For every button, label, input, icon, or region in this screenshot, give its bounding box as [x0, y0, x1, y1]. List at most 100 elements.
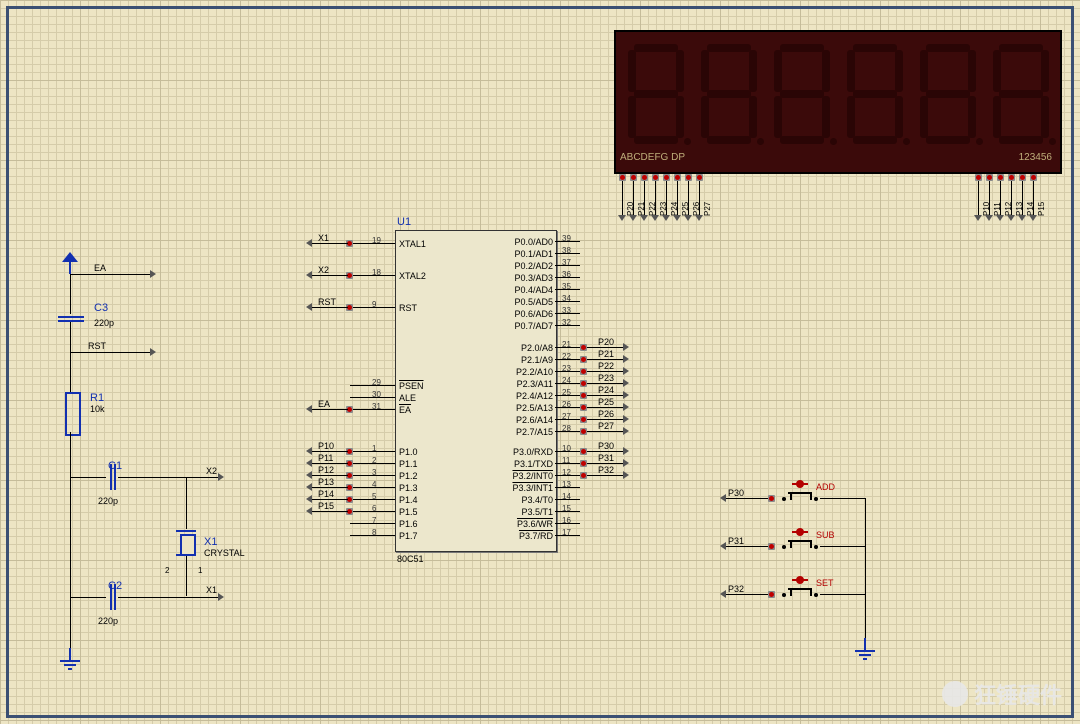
probe-pin[interactable]: [696, 174, 703, 181]
wire: [655, 181, 656, 215]
wire: [587, 475, 623, 476]
ic-pin-label: P3.7/RD: [519, 531, 553, 541]
net-arrow-icon: [623, 355, 629, 363]
wire: [555, 499, 580, 500]
seven-seg-display[interactable]: ABCDEFG DP 123456: [614, 30, 1062, 174]
wire: [312, 499, 348, 500]
seven-seg-digit: [770, 42, 836, 146]
wire: [555, 487, 580, 488]
wire: [1000, 181, 1001, 215]
probe-pin[interactable]: [975, 174, 982, 181]
wire: [350, 499, 395, 500]
c2-val: 220p: [98, 616, 118, 626]
net-arrow-icon: [629, 215, 637, 221]
net-label: X2: [316, 265, 331, 275]
pin-num: 1: [198, 566, 202, 575]
probe-pin[interactable]: [580, 368, 587, 375]
probe-pin[interactable]: [619, 174, 626, 181]
probe-pin[interactable]: [652, 174, 659, 181]
probe-pin[interactable]: [580, 448, 587, 455]
resistor-r1[interactable]: [65, 392, 81, 436]
net-label: P24: [596, 385, 616, 395]
probe-pin[interactable]: [580, 428, 587, 435]
wire: [118, 597, 218, 598]
probe-pin[interactable]: [685, 174, 692, 181]
probe-pin[interactable]: [768, 591, 775, 598]
net-label: RST: [316, 297, 338, 307]
wire: [312, 275, 348, 276]
probe-pin[interactable]: [630, 174, 637, 181]
wire: [587, 383, 623, 384]
wire: [555, 313, 580, 314]
probe-pin[interactable]: [580, 404, 587, 411]
probe-pin[interactable]: [1030, 174, 1037, 181]
probe-pin[interactable]: [580, 416, 587, 423]
wire: [587, 451, 623, 452]
push-button[interactable]: [780, 588, 820, 602]
wire: [587, 371, 623, 372]
watermark-text: 狂锤硬件: [974, 678, 1062, 710]
wire: [587, 419, 623, 420]
probe-pin[interactable]: [663, 174, 670, 181]
wire: [555, 451, 580, 452]
net-label: P14: [316, 489, 336, 499]
seven-seg-digit: [843, 42, 909, 146]
net-arrow-icon: [996, 215, 1004, 221]
capacitor-c3[interactable]: [58, 312, 84, 326]
net-arrow-icon: [218, 593, 224, 601]
button-label: SET: [814, 578, 836, 588]
wire: [644, 181, 645, 215]
net-arrow-icon: [623, 415, 629, 423]
r1-val: 10k: [90, 404, 105, 414]
ic-pin-label: XTAL2: [399, 271, 426, 281]
wire: [350, 523, 395, 524]
ic-80c51[interactable]: XTAL1XTAL2RSTPSENALEEAP1.0P1.1P1.2P1.3P1…: [395, 230, 557, 552]
crystal-x1[interactable]: [176, 528, 196, 558]
probe-pin[interactable]: [580, 472, 587, 479]
net-label: P20: [596, 337, 616, 347]
ic-pin-label: P1.0: [399, 447, 418, 457]
probe-pin[interactable]: [768, 495, 775, 502]
wire: [688, 181, 689, 215]
wire: [555, 407, 580, 408]
wire: [350, 397, 395, 398]
probe-pin[interactable]: [674, 174, 681, 181]
wire: [555, 241, 580, 242]
ic-pin-label: EA: [399, 405, 411, 415]
probe-pin[interactable]: [997, 174, 1004, 181]
wire: [555, 475, 580, 476]
probe-pin[interactable]: [1008, 174, 1015, 181]
wire: [312, 463, 348, 464]
ic-pin-label: P3.6/WR: [517, 519, 553, 529]
probe-pin[interactable]: [986, 174, 993, 181]
net-label: P13: [316, 477, 336, 487]
net-arrow-icon: [150, 270, 156, 278]
probe-pin[interactable]: [580, 344, 587, 351]
probe-pin[interactable]: [580, 392, 587, 399]
probe-pin[interactable]: [580, 380, 587, 387]
wire: [350, 409, 395, 410]
push-button[interactable]: [780, 540, 820, 554]
probe-pin[interactable]: [580, 460, 587, 467]
probe-pin[interactable]: [641, 174, 648, 181]
ic-pin-label: P2.3/A11: [517, 379, 553, 389]
ic-pin-label: P0.2/AD2: [514, 261, 553, 271]
net-arrow-icon: [306, 303, 312, 311]
wire: [555, 359, 580, 360]
wire: [587, 463, 623, 464]
ic-pin-label: P3.4/T0: [521, 495, 553, 505]
c1-val: 220p: [98, 496, 118, 506]
wire: [312, 511, 348, 512]
seven-seg-digit: [697, 42, 763, 146]
net-arrow-icon: [306, 447, 312, 455]
vcc-symbol: [62, 252, 78, 264]
push-button[interactable]: [780, 492, 820, 506]
wire: [70, 274, 150, 275]
wire: [865, 498, 866, 648]
ic-pin-label: P1.6: [399, 519, 418, 529]
probe-pin[interactable]: [1019, 174, 1026, 181]
probe-pin[interactable]: [580, 356, 587, 363]
net-arrow-icon: [623, 367, 629, 375]
ic-pin-label: P0.3/AD3: [514, 273, 553, 283]
probe-pin[interactable]: [768, 543, 775, 550]
